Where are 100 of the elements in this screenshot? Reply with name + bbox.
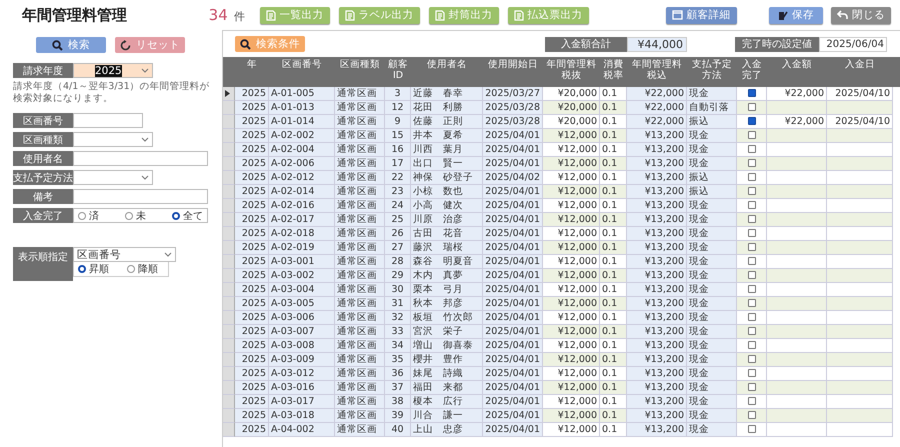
radio-option[interactable]: 昇順 (78, 262, 109, 276)
table-cell: 2025 (235, 213, 269, 227)
radio-option[interactable]: 降順 (127, 262, 158, 276)
table-cell: 2025/04/01 (483, 395, 543, 409)
checkbox[interactable] (748, 271, 756, 279)
input-field[interactable] (73, 189, 208, 204)
radio-option[interactable]: 未 (125, 208, 146, 222)
checkbox[interactable] (748, 89, 756, 97)
checkbox[interactable] (748, 103, 756, 111)
table-cell: 0.1 (600, 325, 627, 339)
checkbox[interactable] (748, 411, 756, 419)
dropdown-field[interactable]: 2025 (73, 63, 153, 78)
column-header[interactable]: 入金完了 (737, 57, 767, 87)
table-cell: ¥22,000 (767, 115, 827, 129)
column-header[interactable]: 入金日 (827, 57, 893, 87)
table-cell: A-02-006 (269, 157, 335, 171)
column-header[interactable]: 消費税率 (600, 57, 627, 87)
checkbox[interactable] (748, 327, 756, 335)
checkbox[interactable] (748, 285, 756, 293)
checkbox[interactable] (748, 299, 756, 307)
date-field[interactable]: 2025/06/04 (819, 36, 887, 52)
radio-icon[interactable] (127, 265, 135, 273)
dropdown-caret-icon[interactable] (141, 136, 149, 142)
radio-icon[interactable] (78, 212, 86, 220)
table-cell: ¥12,000 (543, 409, 600, 423)
checkbox[interactable] (748, 159, 756, 167)
table-cell: ¥13,200 (627, 185, 687, 199)
table-cell: 現金 (687, 423, 737, 437)
table-cell: 宮沢 栄子 (411, 325, 483, 339)
toolbar-button[interactable]: 保存 (768, 6, 823, 24)
table-cell: A-02-014 (269, 185, 335, 199)
radio-icon[interactable] (78, 265, 86, 273)
table-cell: A-03-004 (269, 283, 335, 297)
checkbox[interactable] (748, 117, 756, 125)
column-header[interactable]: 区画番号 (269, 57, 335, 87)
radio-icon[interactable] (125, 212, 133, 220)
checkbox[interactable] (748, 257, 756, 265)
checkbox[interactable] (748, 145, 756, 153)
column-header[interactable]: 年間管理料税抜 (543, 57, 600, 87)
table-cell: 現金 (687, 339, 737, 353)
column-header[interactable]: 支払予定方法 (687, 57, 737, 87)
table-cell: ¥13,200 (627, 423, 687, 437)
table-cell: 2025/04/01 (483, 227, 543, 241)
radio-option[interactable]: 済 (78, 208, 99, 222)
checkbox[interactable] (748, 131, 756, 139)
dropdown-field[interactable] (73, 170, 153, 185)
dropdown-caret-icon[interactable] (141, 68, 149, 74)
checkbox[interactable] (748, 229, 756, 237)
row-selector[interactable] (223, 87, 235, 101)
table-cell: 3 (385, 87, 411, 101)
column-header[interactable]: 入金額 (767, 57, 827, 87)
table-cell (827, 157, 893, 171)
table-cell: A-03-018 (269, 409, 335, 423)
table-cell: 通常区画 (335, 241, 385, 255)
checkbox[interactable] (748, 215, 756, 223)
table-cell (827, 269, 893, 283)
table-cell (827, 409, 893, 423)
checkbox[interactable] (748, 369, 756, 377)
table-cell: 通常区画 (335, 409, 385, 423)
column-header[interactable]: 使用者名 (411, 57, 483, 87)
checkbox[interactable] (748, 397, 756, 405)
checkbox[interactable] (748, 341, 756, 349)
checkbox[interactable] (748, 383, 756, 391)
dropdown-caret-icon[interactable] (164, 252, 172, 258)
checkbox[interactable] (748, 243, 756, 251)
table-cell: 井本 夏希 (411, 129, 483, 143)
dropdown-caret-icon[interactable] (141, 174, 149, 180)
table-cell: 振込 (687, 171, 737, 185)
toolbar-button[interactable]: 顧客詳細 (666, 6, 737, 24)
dropdown-field[interactable] (73, 132, 153, 147)
input-field[interactable] (73, 113, 143, 128)
table-cell: 通常区画 (335, 199, 385, 213)
radio-option[interactable]: 全て (172, 208, 203, 222)
checkbox[interactable] (748, 201, 756, 209)
table-cell: 0.1 (600, 339, 627, 353)
reset-icon (120, 40, 131, 50)
document-icon (514, 10, 524, 20)
table-cell: 現金 (687, 311, 737, 325)
column-header[interactable]: 使用開始日 (483, 57, 543, 87)
table-cell: 0.1 (600, 213, 627, 227)
table-cell: 2025/03/27 (483, 87, 543, 101)
table-cell: 2025/04/01 (483, 269, 543, 283)
column-header[interactable]: 区画種類 (335, 57, 385, 87)
checkbox[interactable] (748, 187, 756, 195)
checkbox[interactable] (748, 425, 756, 433)
table-cell: A-02-019 (269, 241, 335, 255)
checkbox[interactable] (748, 355, 756, 363)
checkbox[interactable] (748, 173, 756, 181)
table-cell: 栗本 弓月 (411, 283, 483, 297)
table-cell: A-02-004 (269, 143, 335, 157)
column-header[interactable]: 年 (235, 57, 269, 87)
column-header[interactable]: 顧客ID (385, 57, 411, 87)
radio-icon[interactable] (172, 212, 180, 220)
toolbar-button[interactable]: 閉じる (831, 6, 891, 24)
table-cell: 0.1 (600, 171, 627, 185)
input-field[interactable] (73, 151, 208, 166)
column-header[interactable]: 年間管理料税込 (627, 57, 687, 87)
search-button[interactable]: 検索 (36, 37, 106, 53)
checkbox[interactable] (748, 313, 756, 321)
dropdown-field[interactable]: 区画番号 (73, 247, 176, 262)
